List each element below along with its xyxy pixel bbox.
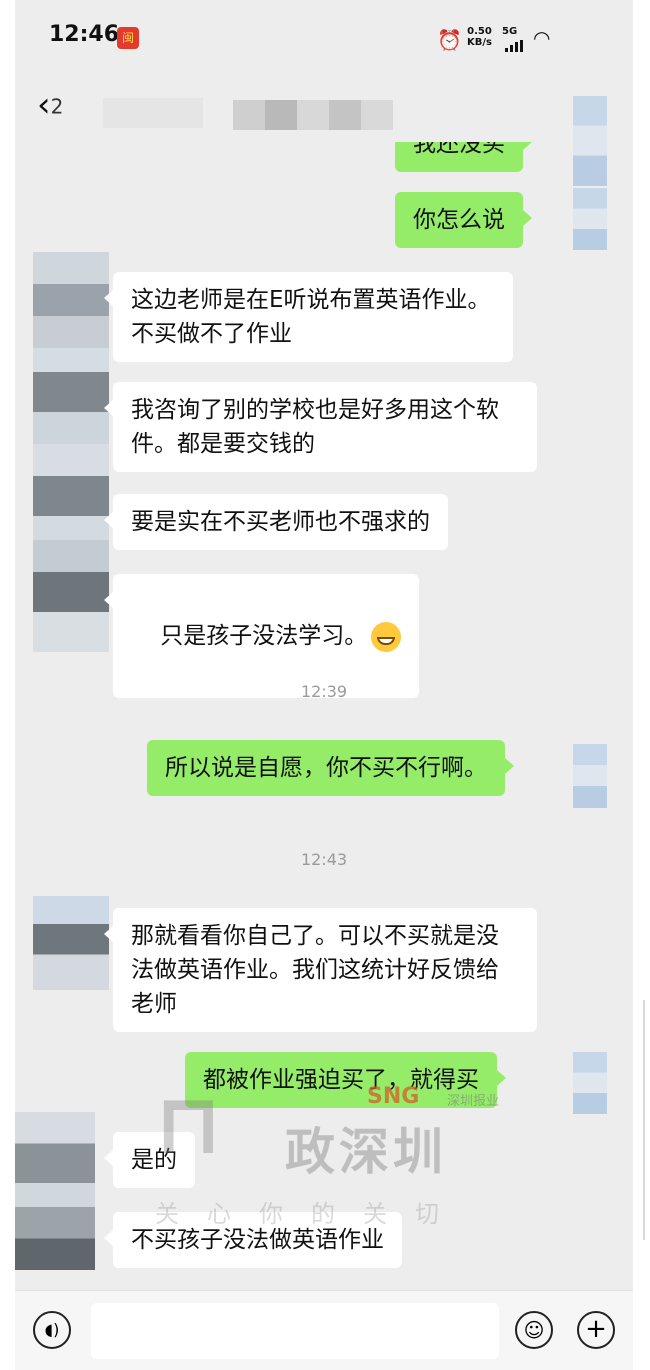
input-bar: ◖) ☺ + — [15, 1290, 633, 1370]
message-bubble-right[interactable]: 都被作业强迫买了，就得买 — [185, 1052, 506, 1108]
network-speed-value: 0.50 — [467, 26, 492, 37]
alarm-icon: ⏰ — [437, 28, 462, 52]
message-bubble-left[interactable]: 这边老师是在E听说布置英语作业。不买做不了作业 — [104, 272, 513, 362]
network-speed-unit: KB/s — [467, 37, 492, 48]
avatar-column — [33, 252, 109, 652]
chat-header: ‹2 — [15, 80, 633, 142]
plus-icon[interactable]: + — [577, 1311, 615, 1349]
avatar[interactable] — [573, 188, 607, 250]
clip-region: 我还没买 — [15, 142, 633, 176]
message-bubble-left[interactable]: 那就看看你自己了。可以不买就是没法做英语作业。我们这统计好反馈给老师 — [104, 908, 537, 1032]
blurred-title — [103, 98, 203, 128]
signal-icon — [505, 40, 525, 52]
app-badge-icon: 闽 — [117, 27, 139, 49]
blurred-title — [233, 100, 393, 130]
chevron-left-icon[interactable]: ‹2 — [37, 88, 63, 124]
voice-icon[interactable]: ◖) — [33, 1311, 71, 1349]
page-margin — [633, 0, 650, 1370]
header-title-partial: 2 — [50, 94, 64, 119]
message-bubble-left[interactable]: 不买孩子没法做英语作业 — [104, 1212, 402, 1268]
message-bubble-left[interactable]: 只是孩子没法学习。 — [103, 574, 420, 698]
wifi-icon: ◠ — [533, 26, 551, 50]
message-bubble-right[interactable]: 我还没买 — [395, 142, 532, 172]
message-bubble-left[interactable]: 要是实在不买老师也不强求的 — [104, 494, 448, 550]
message-bubble-left[interactable]: 我咨询了别的学校也是好多用这个软件。都是要交钱的 — [104, 382, 537, 472]
message-input[interactable] — [91, 1303, 499, 1359]
message-bubble-right[interactable]: 所以说是自愿，你不买不行啊。 — [147, 740, 514, 796]
status-bar: 12:46 闽 ⏰ 0.50 KB/s 5G ◠ — [15, 0, 633, 80]
watermark-main-text: 政深圳 — [285, 1123, 447, 1181]
smiley-icon[interactable]: ☺ — [515, 1311, 553, 1349]
avatar[interactable] — [15, 1112, 95, 1270]
message-text: 只是孩子没法学习。 — [160, 623, 368, 649]
network-speed: 0.50 KB/s — [467, 26, 492, 48]
avatar[interactable] — [573, 1052, 607, 1114]
avatar[interactable] — [573, 96, 607, 186]
grinning-face-icon — [371, 621, 402, 652]
network-type: 5G — [502, 26, 518, 37]
avatar[interactable] — [573, 744, 607, 808]
timestamp: 12:43 — [300, 850, 348, 869]
avatar[interactable] — [33, 896, 109, 990]
chat-screen: 12:46 闽 ⏰ 0.50 KB/s 5G ◠ ‹2 我还没买 你怎么说 这边… — [15, 0, 633, 1370]
message-bubble-right[interactable]: 你怎么说 — [395, 192, 532, 248]
timestamp: 12:39 — [300, 682, 348, 701]
status-time: 12:46 — [49, 22, 120, 47]
message-bubble-left[interactable]: 是的 — [104, 1132, 195, 1188]
